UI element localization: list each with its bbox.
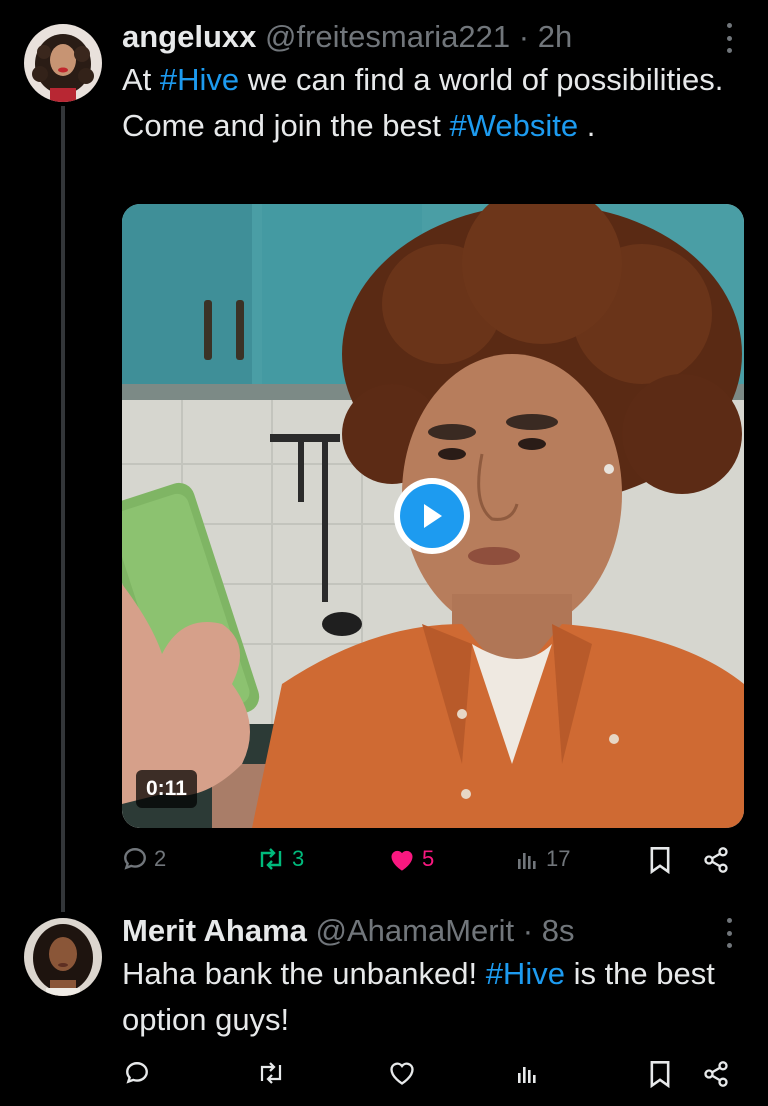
avatar[interactable]	[24, 918, 102, 996]
reply-icon	[126, 1062, 148, 1084]
reply-button[interactable]	[124, 1060, 150, 1086]
bar-chart-icon	[518, 1067, 536, 1083]
more-dots-icon[interactable]	[724, 918, 734, 948]
tweet-2[interactable]: Merit Ahama @AhamaMerit · 8s Haha bank t…	[0, 0, 768, 1106]
repost-button[interactable]	[256, 1060, 286, 1086]
timestamp[interactable]: 8s	[542, 913, 575, 948]
tweet-header: Merit Ahama @AhamaMerit · 8s	[122, 912, 574, 950]
tweet-actions	[0, 1056, 768, 1096]
user-handle[interactable]: @AhamaMerit	[316, 913, 515, 948]
like-button[interactable]	[388, 1060, 416, 1086]
share-icon	[704, 1061, 728, 1087]
display-name[interactable]: Merit Ahama	[122, 913, 307, 948]
views-button[interactable]	[516, 1060, 540, 1086]
separator-dot: ·	[522, 913, 534, 948]
bookmark-button[interactable]	[648, 1060, 672, 1088]
heart-icon	[390, 1062, 414, 1085]
hashtag-link[interactable]: #Hive	[486, 956, 565, 991]
text-segment: Haha bank the unbanked!	[122, 956, 486, 991]
share-button[interactable]	[702, 1060, 730, 1088]
repost-icon	[260, 1062, 282, 1084]
bookmark-icon	[650, 1061, 670, 1088]
tweet-text: Haha bank the unbanked! #Hive is the bes…	[122, 951, 732, 1043]
